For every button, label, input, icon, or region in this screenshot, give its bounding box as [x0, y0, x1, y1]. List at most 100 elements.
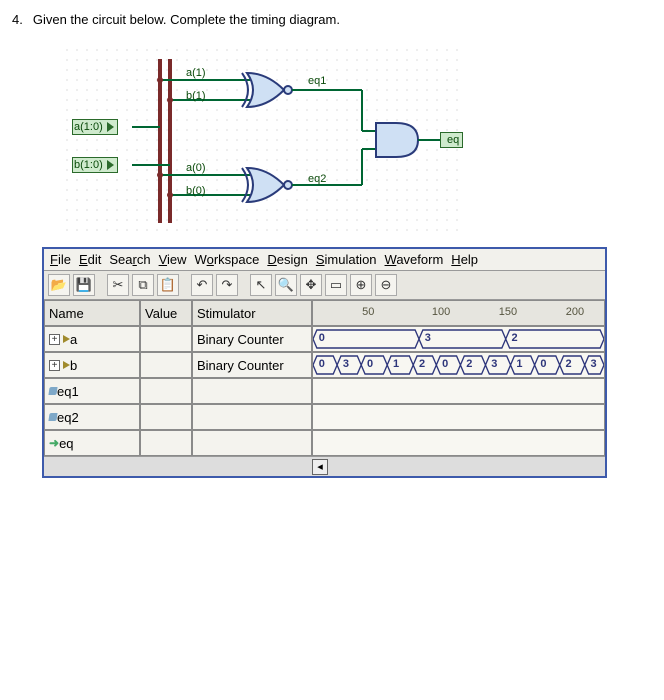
wave-eq[interactable]: [312, 430, 605, 456]
wave-eq1[interactable]: [312, 378, 605, 404]
zoom-in-icon[interactable]: ⊕: [350, 274, 372, 296]
port-eq-label: eq: [447, 134, 459, 146]
bus-value: 0: [319, 358, 325, 370]
move-icon[interactable]: ✥: [300, 274, 322, 296]
bus-value: 2: [565, 358, 571, 370]
signal-name-eq2[interactable]: eq2: [44, 404, 140, 430]
wire-a1-label: a(1): [186, 67, 206, 79]
bus-value: 2: [511, 332, 517, 344]
port-a-label: a(1:0): [74, 121, 103, 133]
menu-file[interactable]: File: [50, 252, 71, 267]
redo-icon[interactable]: ↷: [216, 274, 238, 296]
port-eq: eq: [440, 132, 463, 148]
col-name[interactable]: Name: [44, 300, 140, 326]
signal-name-eq[interactable]: ➜ eq: [44, 430, 140, 456]
cursor-icon[interactable]: ↖: [250, 274, 272, 296]
menu-help[interactable]: Help: [451, 252, 478, 267]
wave-a[interactable]: 0 3 2: [312, 326, 605, 352]
bus-value: 3: [425, 332, 431, 344]
toolbar: 📂 💾 ✂ ⧉ 📋 ↶ ↷ ↖ 🔍 ✥ ▭ ⊕ ⊖: [44, 271, 605, 300]
circuit-diagram: a(1:0) b(1:0) a(1) b(1) a(0) b(0) eq1 eq…: [62, 45, 464, 235]
waveform-header: Name Value Stimulator 50 100 150 200: [44, 300, 605, 326]
menubar: File Edit Search View Workspace Design S…: [44, 249, 605, 271]
signal-label: eq1: [57, 384, 79, 399]
signal-row-eq1: eq1: [44, 378, 605, 404]
bus-value: 3: [343, 358, 349, 370]
signal-label: a: [70, 332, 77, 347]
bus-value: 0: [319, 332, 325, 344]
signal-name-b[interactable]: + b: [44, 352, 140, 378]
bus-value: 1: [393, 358, 399, 370]
signal-label: b: [70, 358, 77, 373]
wire-b1-label: b(1): [186, 90, 206, 102]
signal-row-b: + bBinary Counter030120231023: [44, 352, 605, 378]
copy-icon[interactable]: ⧉: [132, 274, 154, 296]
col-value[interactable]: Value: [140, 300, 192, 326]
search-icon[interactable]: 🔍: [275, 274, 297, 296]
undo-icon[interactable]: ↶: [191, 274, 213, 296]
bus-value: 2: [419, 358, 425, 370]
wire-eq1-label: eq1: [308, 75, 326, 87]
signal-name-eq1[interactable]: eq1: [44, 378, 140, 404]
signal-stim-eq1[interactable]: [192, 378, 312, 404]
bus-value: 0: [442, 358, 448, 370]
bus-value: 0: [367, 358, 373, 370]
horizontal-scrollbar[interactable]: ◂: [44, 456, 605, 476]
signal-value-a[interactable]: [140, 326, 192, 352]
ruler-tick-100: 100: [432, 306, 450, 318]
menu-edit[interactable]: Edit: [79, 252, 101, 267]
bus-value: 3: [591, 358, 597, 370]
menu-simulation[interactable]: Simulation: [316, 252, 377, 267]
menu-waveform[interactable]: Waveform: [385, 252, 444, 267]
time-ruler[interactable]: 50 100 150 200: [312, 300, 605, 326]
wave-icon: [48, 413, 57, 421]
scroll-left-icon[interactable]: ◂: [312, 459, 328, 475]
signal-row-eq: ➜ eq: [44, 430, 605, 456]
ruler-tick-150: 150: [499, 306, 517, 318]
expand-icon[interactable]: +: [49, 334, 60, 345]
signal-name-a[interactable]: + a: [44, 326, 140, 352]
signal-value-b[interactable]: [140, 352, 192, 378]
save-icon[interactable]: 💾: [73, 274, 95, 296]
menu-design[interactable]: Design: [267, 252, 307, 267]
zoom-out-icon[interactable]: ⊖: [375, 274, 397, 296]
bus-icon: [63, 335, 70, 343]
wire-a0-label: a(0): [186, 162, 206, 174]
circuit-svg: [62, 45, 464, 235]
signal-label: eq: [59, 436, 73, 451]
bus-value: 2: [466, 358, 472, 370]
wire-b0-label: b(0): [186, 185, 206, 197]
signal-row-a: + a Binary Counter 0 3 2: [44, 326, 605, 352]
menu-workspace[interactable]: Workspace: [195, 252, 260, 267]
bus-value: 1: [516, 358, 522, 370]
port-b-label: b(1:0): [74, 159, 103, 171]
select-icon[interactable]: ▭: [325, 274, 347, 296]
menu-search[interactable]: Search: [109, 252, 150, 267]
signal-row-eq2: eq2: [44, 404, 605, 430]
ruler-tick-50: 50: [362, 306, 374, 318]
bus-value: 0: [540, 358, 546, 370]
expand-icon[interactable]: +: [49, 360, 60, 371]
signal-value-eq1[interactable]: [140, 378, 192, 404]
menu-view[interactable]: View: [159, 252, 187, 267]
cut-icon[interactable]: ✂: [107, 274, 129, 296]
signal-value-eq[interactable]: [140, 430, 192, 456]
signal-stim-eq[interactable]: [192, 430, 312, 456]
wave-eq2[interactable]: [312, 404, 605, 430]
signal-label: eq2: [57, 410, 79, 425]
waveform-window: File Edit Search View Workspace Design S…: [42, 247, 607, 478]
question-number: 4.: [12, 12, 23, 27]
signal-stim-eq2[interactable]: [192, 404, 312, 430]
wire-eq2-label: eq2: [308, 173, 326, 185]
open-icon[interactable]: 📂: [48, 274, 70, 296]
signal-value-eq2[interactable]: [140, 404, 192, 430]
col-stimulator[interactable]: Stimulator: [192, 300, 312, 326]
wave-icon: [48, 387, 57, 395]
wave-b[interactable]: 030120231023: [312, 352, 605, 378]
paste-icon[interactable]: 📋: [157, 274, 179, 296]
port-a: a(1:0): [72, 119, 118, 135]
signal-stim-b[interactable]: Binary Counter: [192, 352, 312, 378]
signal-stim-a[interactable]: Binary Counter: [192, 326, 312, 352]
question-text: Given the circuit below. Complete the ti…: [33, 12, 340, 27]
port-b: b(1:0): [72, 157, 118, 173]
